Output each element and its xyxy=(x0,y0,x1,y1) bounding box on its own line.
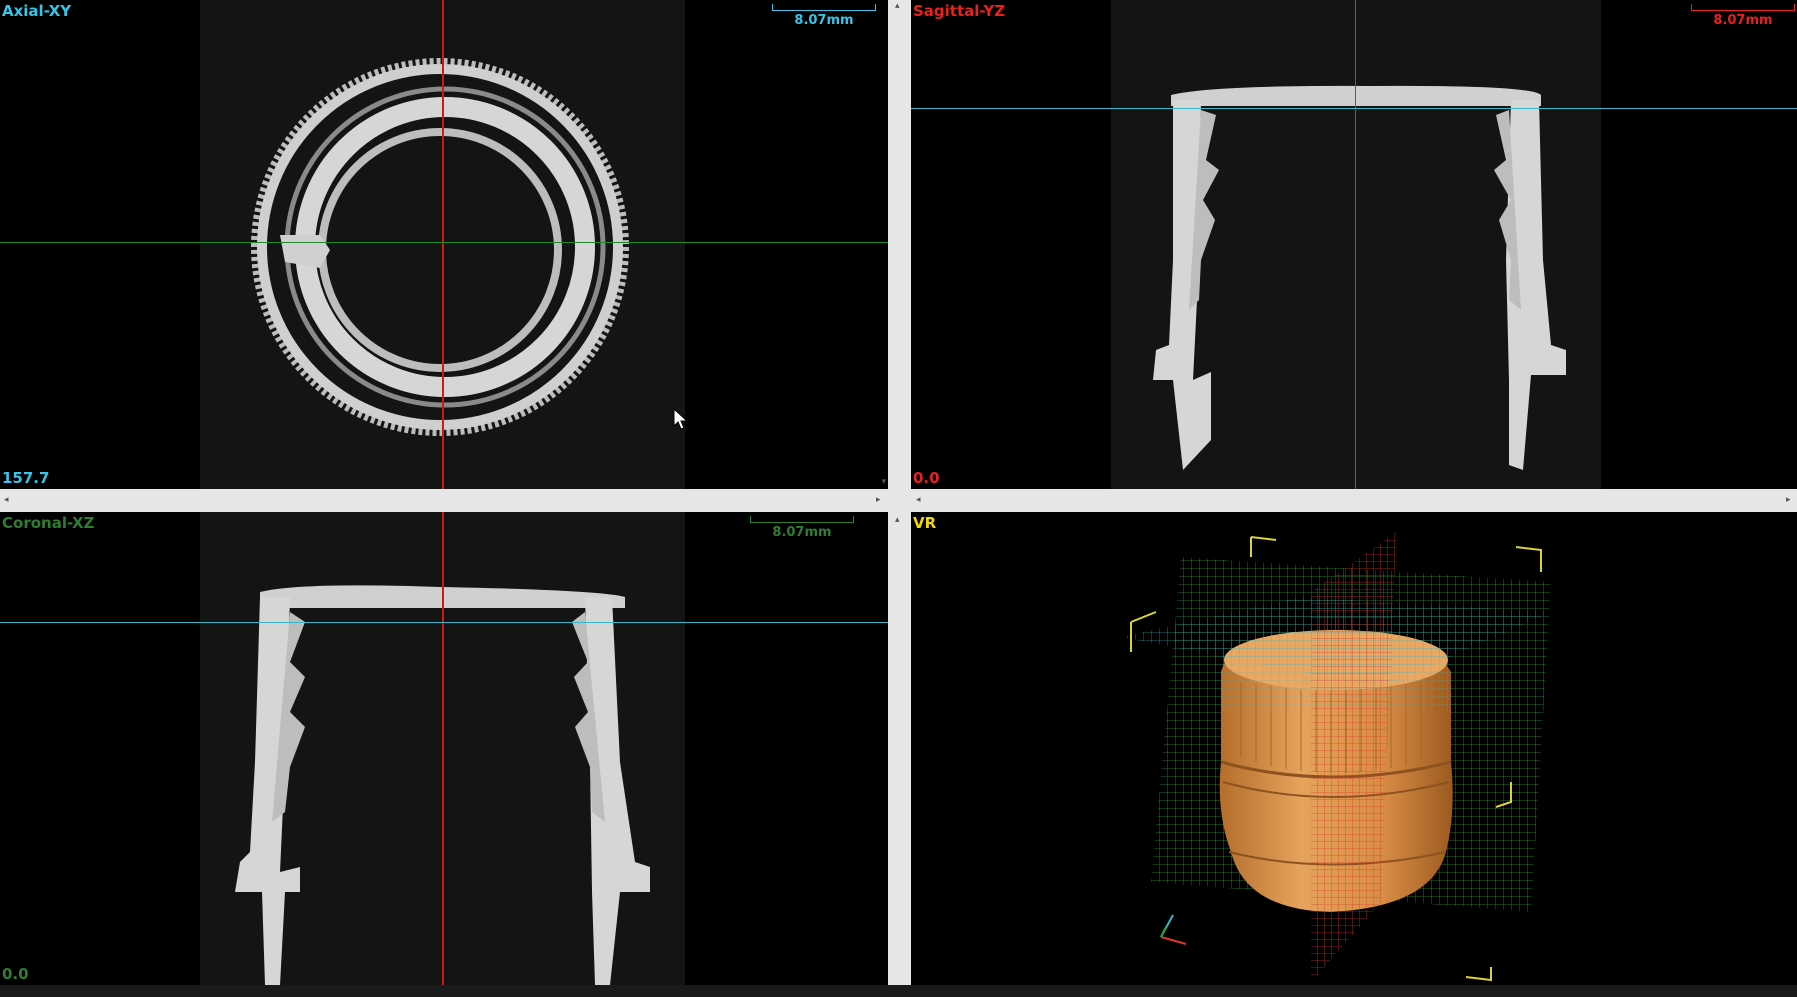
scale-bar: 8.07mm xyxy=(1691,4,1795,28)
scroll-up-arrow-icon[interactable]: ▴ xyxy=(895,516,900,525)
crosshair-vertical[interactable] xyxy=(442,512,444,985)
viewport-label: Sagittal-YZ xyxy=(913,2,1006,20)
scale-bar-label: 8.07mm xyxy=(772,525,832,540)
volume-render-viewport[interactable]: VR xyxy=(911,512,1797,985)
sagittal-plane-grid xyxy=(1311,532,1396,982)
scale-bar-line xyxy=(1691,4,1795,11)
sagittal-slice-image xyxy=(1153,85,1566,470)
slice-position-readout: 157.7 xyxy=(2,469,50,487)
viewport-label: Coronal-XZ xyxy=(2,514,95,532)
axis-triad-icon xyxy=(1160,914,1187,945)
viewport-label: Axial-XY xyxy=(2,2,72,20)
mouse-cursor-icon xyxy=(673,408,689,430)
scale-bar: 8.07mm xyxy=(772,4,876,28)
axial-slice-image xyxy=(251,58,629,436)
crosshair-horizontal[interactable] xyxy=(0,622,888,623)
scale-bar-label: 8.07mm xyxy=(794,13,854,28)
scroll-down-arrow-icon[interactable]: ▾ xyxy=(881,478,886,487)
scroll-up-arrow-icon[interactable]: ▴ xyxy=(895,2,900,11)
scale-bar-line xyxy=(750,516,854,523)
volume-render-scene[interactable] xyxy=(911,512,1797,985)
viewport-label: VR xyxy=(913,514,937,532)
coronal-slice-image xyxy=(235,585,650,985)
crosshair-horizontal[interactable] xyxy=(911,108,1797,109)
scroll-left-arrow-icon[interactable]: ◂ xyxy=(916,496,921,505)
coronal-viewport[interactable]: Coronal-XZ 8.07mm 0.0 xyxy=(0,512,888,985)
slice-position-readout: 0.0 xyxy=(913,469,940,487)
axial-viewport[interactable]: Axial-XY 8.07mm 157.7 ▾ xyxy=(0,0,888,489)
crosshair-vertical[interactable] xyxy=(1355,0,1356,489)
vertical-splitter[interactable]: ▴ ▴ xyxy=(888,0,911,997)
slice-position-readout: 0.0 xyxy=(2,965,29,983)
scroll-right-arrow-icon[interactable]: ▸ xyxy=(876,496,881,505)
sagittal-viewport[interactable]: Sagittal-YZ 8.07mm 0.0 xyxy=(911,0,1797,489)
scale-bar-label: 8.07mm xyxy=(1713,13,1773,28)
bottom-status-strip xyxy=(0,985,1797,997)
crosshair-vertical[interactable] xyxy=(442,0,444,489)
scroll-left-arrow-icon[interactable]: ◂ xyxy=(4,496,9,505)
scale-bar: 8.07mm xyxy=(750,516,854,540)
scroll-right-arrow-icon[interactable]: ▸ xyxy=(1786,496,1791,505)
crosshair-horizontal[interactable] xyxy=(0,242,888,243)
scale-bar-line xyxy=(772,4,876,11)
